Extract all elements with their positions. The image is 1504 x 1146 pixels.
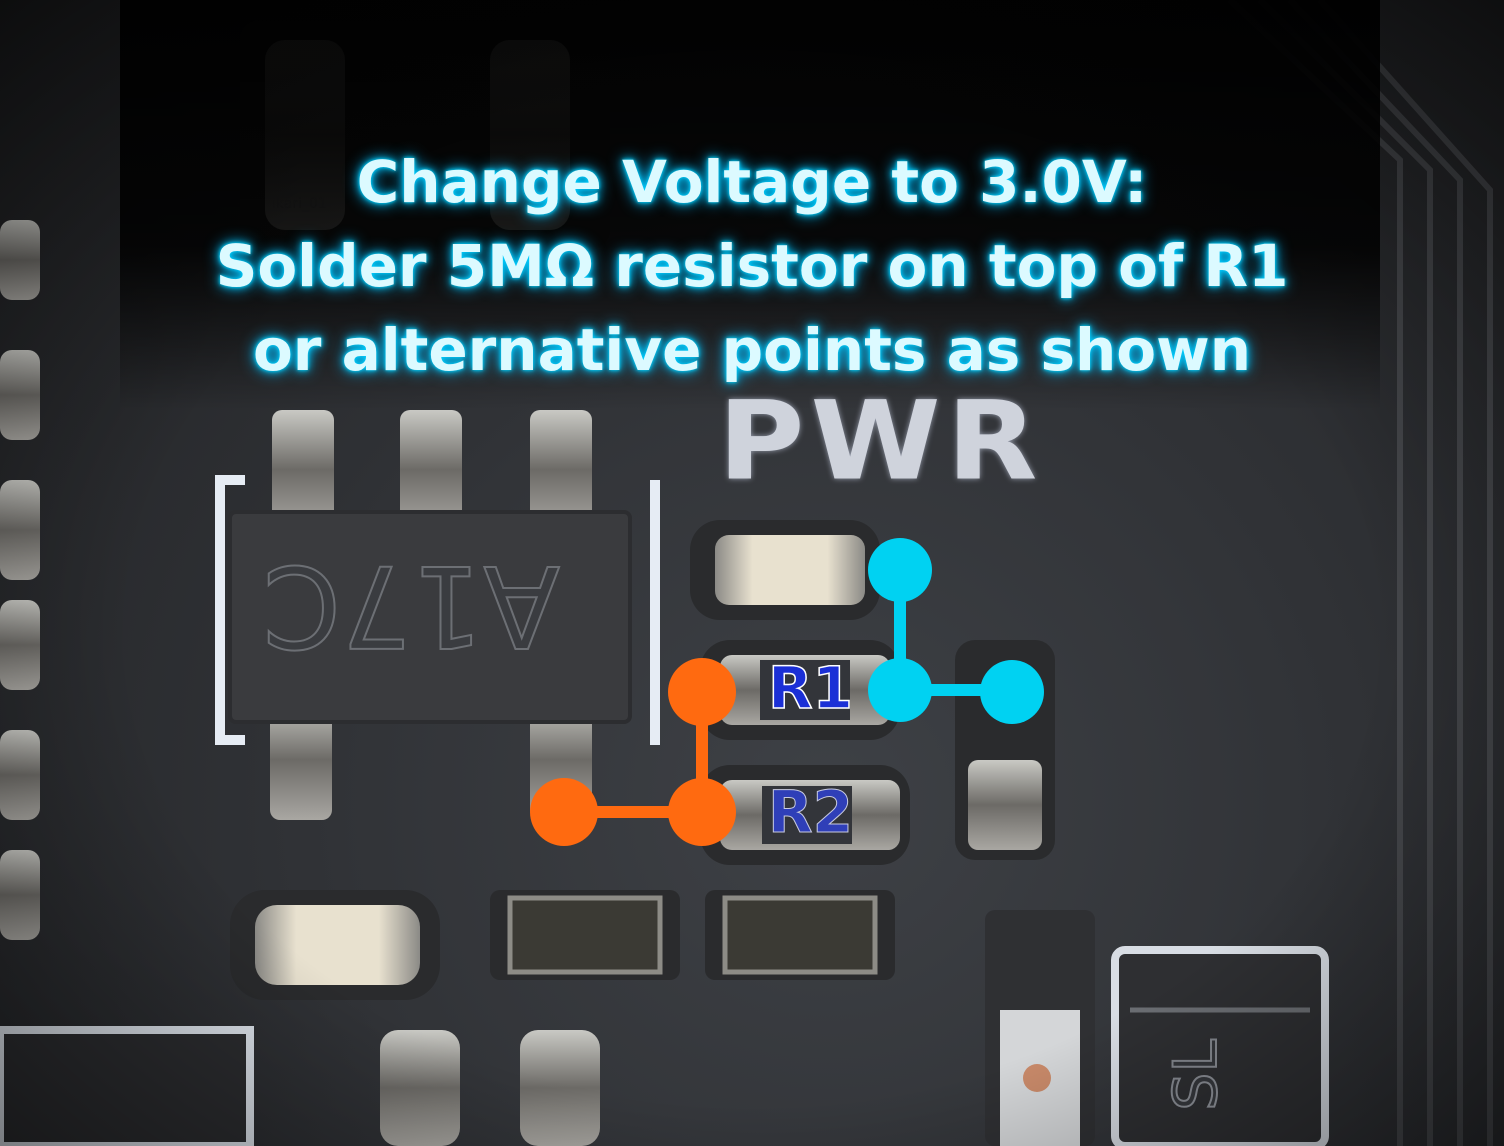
- pwr-silkscreen: PWR: [718, 377, 1044, 505]
- title-line-1: Change Voltage to 3.0V:: [356, 148, 1148, 216]
- chip-marking: A17C: [262, 539, 561, 671]
- r2-label: R2: [767, 778, 854, 847]
- title-line-2: Solder 5MΩ resistor on top of R1: [215, 232, 1289, 300]
- pcb-photo: PWR A17C SL R1 R2 ikari_01 Change Voltag…: [0, 0, 1504, 1146]
- title-line-3: or alternative points as shown: [252, 316, 1252, 384]
- instruction-title: Change Voltage to 3.0V: Solder 5MΩ resis…: [0, 140, 1504, 392]
- diode-marking: SL: [1160, 1038, 1232, 1112]
- r1-label: R1: [767, 653, 854, 723]
